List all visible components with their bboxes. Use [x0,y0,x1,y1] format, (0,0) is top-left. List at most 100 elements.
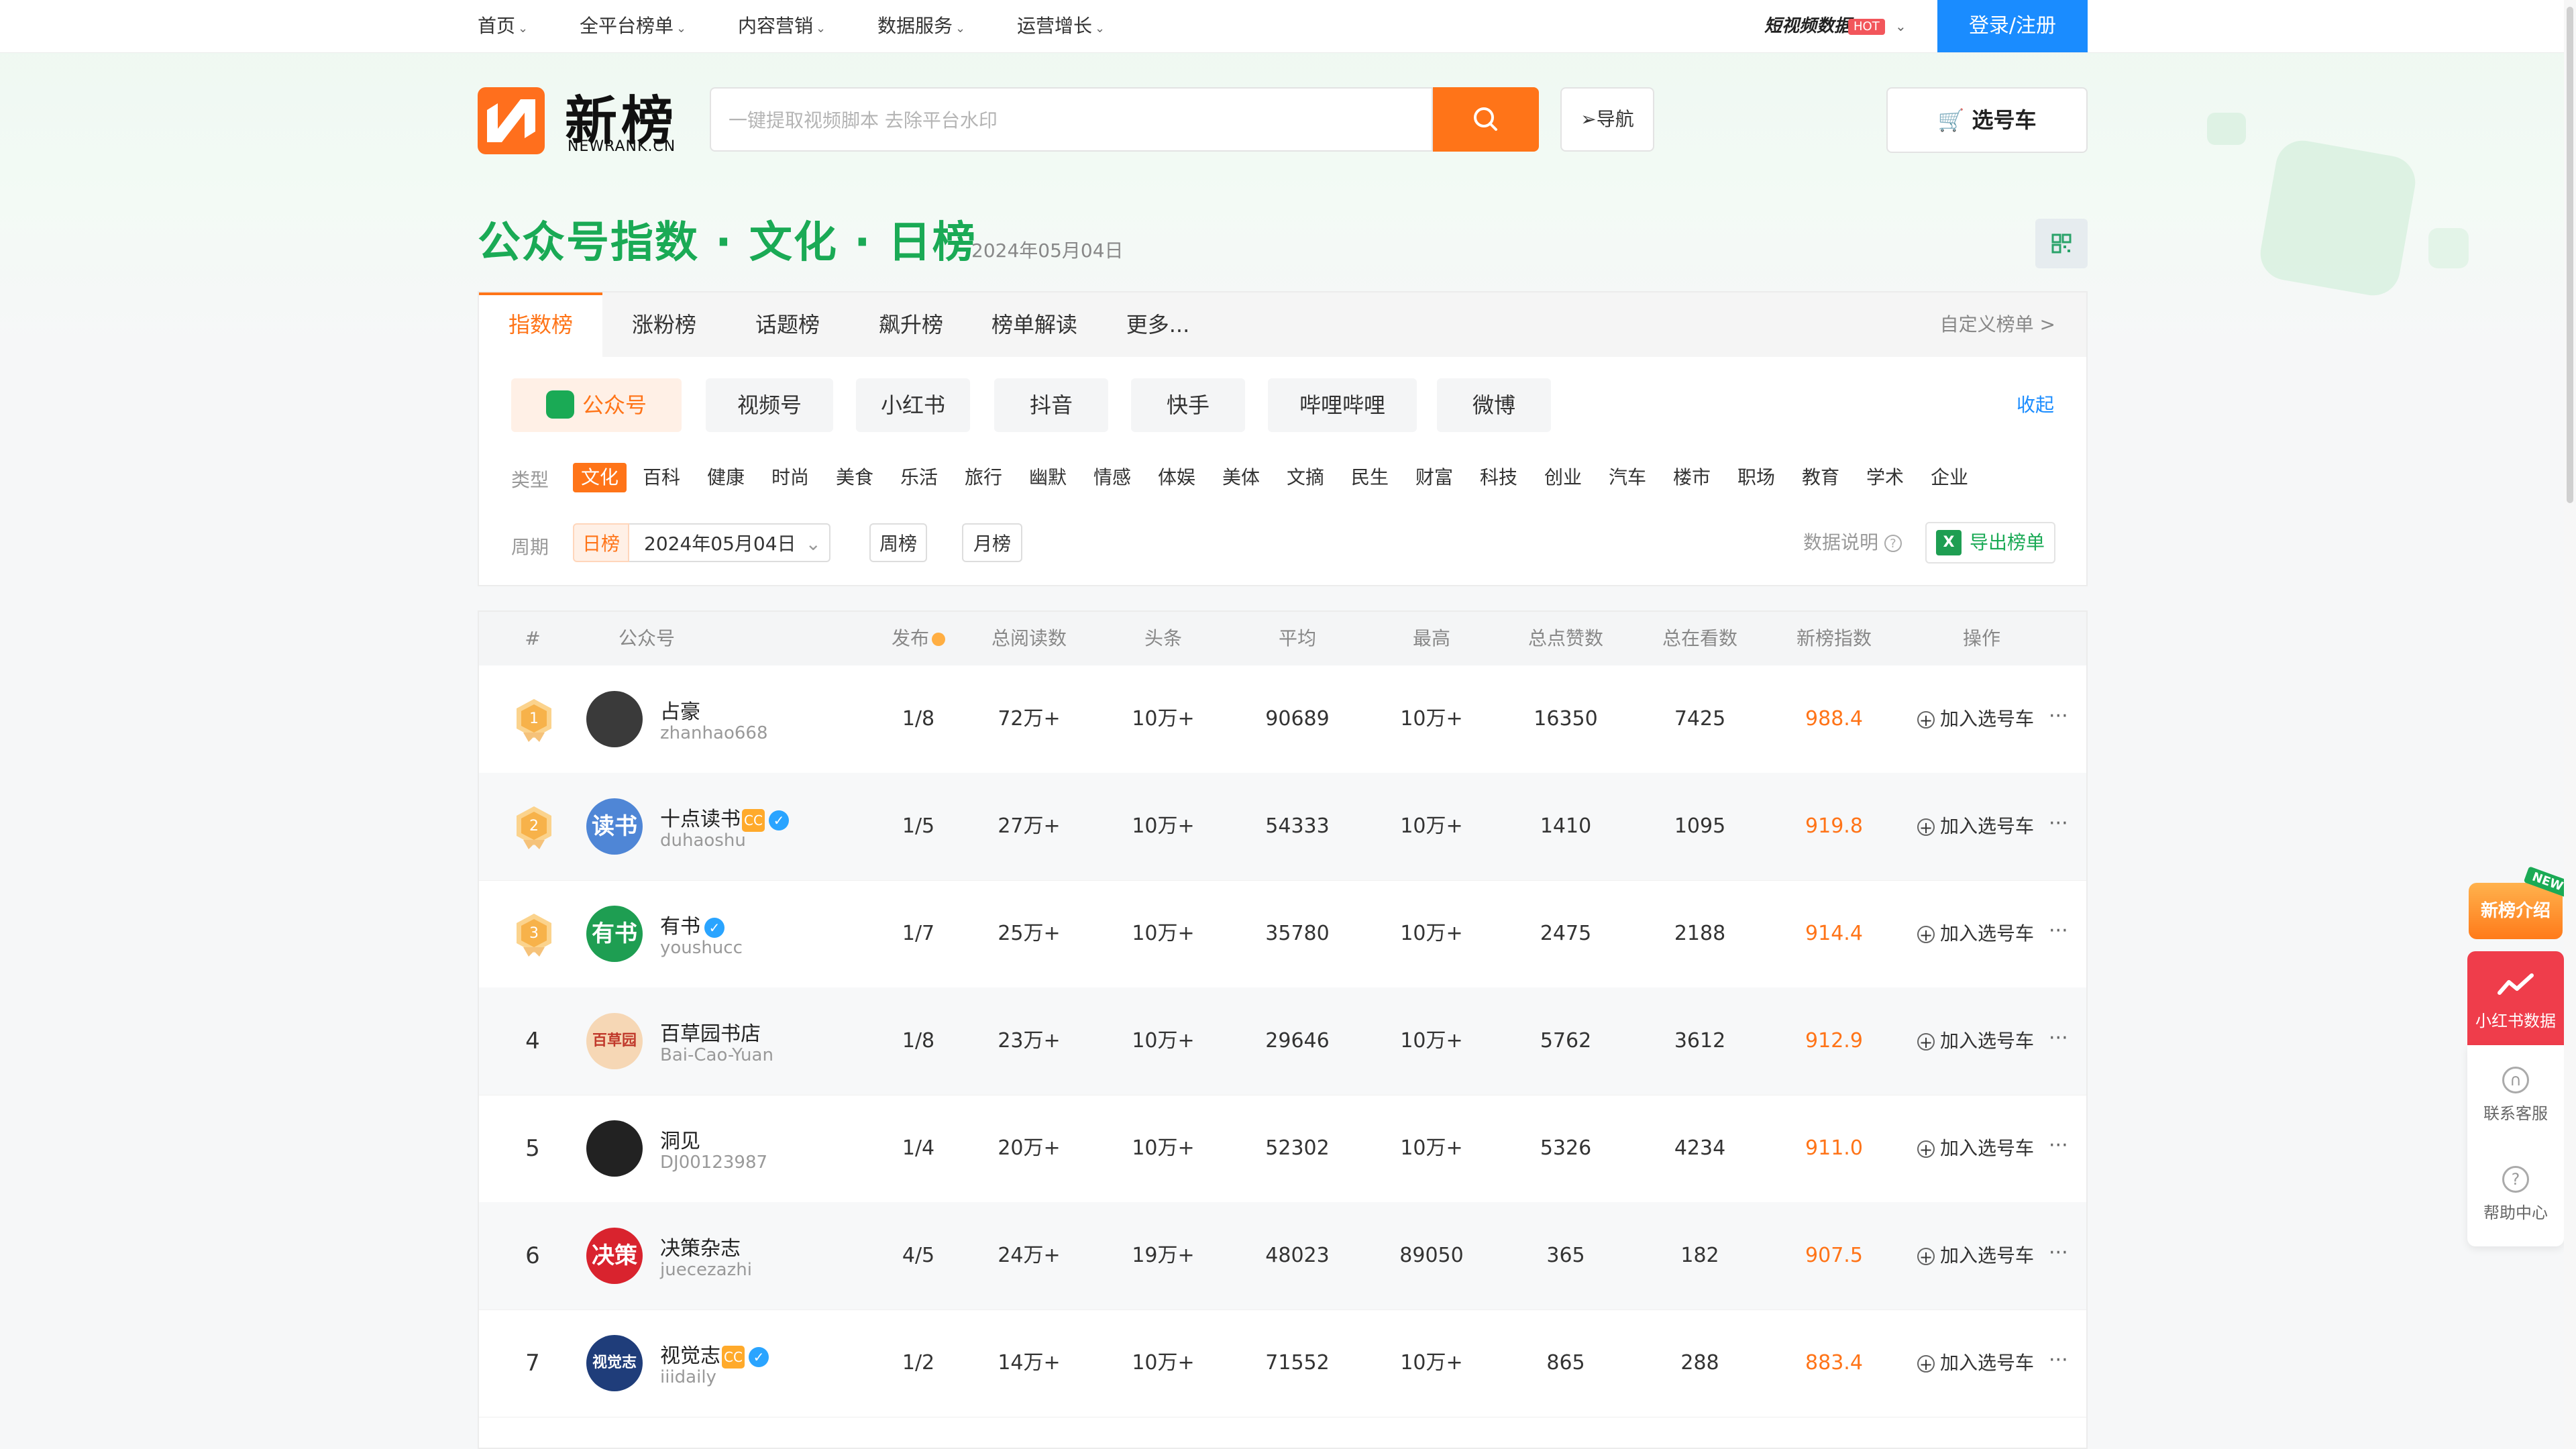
nav-all-rankings[interactable]: 全平台榜单 ⌄ [580,0,686,52]
more-options-button[interactable]: ··· [2049,773,2068,880]
platform-xiaohongshu[interactable]: 小红书 [856,378,970,432]
col-total-reads[interactable]: 总阅读数 [962,612,1096,665]
table-row[interactable]: 5 洞见 DJ00123987 1/4 20万+ 10万+ 52302 10万+ 5326 423… [479,1095,2086,1203]
category-item[interactable]: 时尚 [771,463,809,492]
avatar[interactable] [586,1120,643,1177]
platform-bilibili[interactable]: 哔哩哔哩 [1268,378,1417,432]
avatar[interactable]: 有书 [586,906,643,962]
category-item[interactable]: 旅行 [965,463,1002,492]
data-description-link[interactable]: 数据说明 ? [1803,523,1902,562]
tab-index[interactable]: 指数榜 [479,292,602,357]
chevron-down-icon[interactable]: ⌄ [1895,0,1907,52]
date-picker[interactable]: 2024年05月04日 ⌄ [629,523,830,562]
more-options-button[interactable]: ··· [2049,665,2068,773]
category-item[interactable]: 教育 [1802,463,1839,492]
category-item[interactable]: 科技 [1480,463,1517,492]
col-total-likes[interactable]: 总点赞数 [1499,612,1633,665]
collapse-link[interactable]: 收起 [2017,378,2054,432]
table-row[interactable]: 7 视觉志 视觉志 CC ✓ iiidaily 1/2 14万+ 10万+ 71552 10万+ 86… [479,1309,2086,1417]
table-row[interactable]: 1 占豪 zhanhao668 1/8 72万+ 10万+ 90689 10万+ 16350 74… [479,665,2086,773]
col-headline[interactable]: 头条 [1096,612,1230,665]
more-options-button[interactable]: ··· [2049,1309,2068,1417]
platform-kuaishou[interactable]: 快手 [1131,378,1245,432]
add-to-cart-button[interactable]: + 加入选号车 [1917,1202,2034,1309]
avatar[interactable]: 百草园 [586,1013,643,1069]
table-row[interactable]: 2 读书 十点读书 CC ✓ duhaoshu 1/5 27万+ 10万+ 54333 10万+ 14… [479,773,2086,881]
more-options-button[interactable]: ··· [2049,987,2068,1095]
account-name[interactable]: 占豪 [660,695,700,724]
col-total-watching[interactable]: 总在看数 [1633,612,1767,665]
platform-wechat[interactable]: 公众号 [511,378,682,432]
more-options-button[interactable]: ··· [2049,1202,2068,1309]
table-row[interactable]: 3 有书 有书 ✓ youshucc 1/7 25万+ 10万+ 35780 10万+ 2475 21… [479,880,2086,988]
more-options-button[interactable]: ··· [2049,880,2068,987]
add-to-cart-button[interactable]: + 加入选号车 [1917,773,2034,880]
help-center-button[interactable]: ? 帮助中心 [2467,1166,2564,1223]
nav-data-service[interactable]: 数据服务 ⌄ [877,0,965,52]
col-average[interactable]: 平均 [1230,612,1364,665]
nav-content-marketing[interactable]: 内容营销 ⌄ [738,0,826,52]
add-to-cart-button[interactable]: + 加入选号车 [1917,1095,2034,1202]
add-to-cart-button[interactable]: + 加入选号车 [1917,1309,2034,1417]
category-item[interactable]: 乐活 [900,463,938,492]
category-item[interactable]: 体娱 [1158,463,1195,492]
tab-interpretation[interactable]: 榜单解读 [973,292,1096,357]
category-item[interactable]: 美体 [1222,463,1260,492]
platform-channels[interactable]: 视频号 [706,378,833,432]
category-item[interactable]: 幽默 [1029,463,1067,492]
xiaohongshu-data-button[interactable]: 小红书数据 [2467,951,2564,1045]
short-video-data-link[interactable]: 短视频数据 [1764,0,1851,52]
account-name[interactable]: 视觉志 CC ✓ [660,1339,769,1368]
platform-weibo[interactable]: 微博 [1437,378,1551,432]
table-row[interactable]: 6 决策 决策杂志 juecezazhi 4/5 24万+ 19万+ 48023 89050 36… [479,1202,2086,1310]
category-item[interactable]: 情感 [1093,463,1131,492]
add-to-cart-button[interactable]: + 加入选号车 [1917,665,2034,773]
category-item[interactable]: 百科 [643,463,680,492]
period-day-button[interactable]: 日榜 [573,523,629,562]
category-item[interactable]: 学术 [1866,463,1904,492]
nav-home[interactable]: 首页 ⌄ [478,0,528,52]
nav-growth[interactable]: 运营增长 ⌄ [1017,0,1105,52]
category-item[interactable]: 文化 [573,463,627,492]
category-item[interactable]: 美食 [836,463,873,492]
custom-list-link[interactable]: 自定义榜单 > [1940,292,2055,357]
search-input[interactable] [727,89,1414,152]
account-name[interactable]: 百草园书店 [660,1017,761,1046]
tab-rising[interactable]: 飙升榜 [849,292,973,357]
col-published[interactable]: 发布 [875,612,962,665]
contact-service-button[interactable]: ∩ 联系客服 [2467,1067,2564,1124]
add-to-cart-button[interactable]: + 加入选号车 [1917,880,2034,987]
tab-more[interactable]: 更多... [1096,292,1220,357]
avatar[interactable]: 视觉志 [586,1335,643,1391]
tab-fans-growth[interactable]: 涨粉榜 [602,292,726,357]
navigation-button[interactable]: ➢导航 [1560,87,1654,152]
avatar[interactable] [586,691,643,747]
add-to-cart-button[interactable]: + 加入选号车 [1917,987,2034,1095]
tab-topic[interactable]: 话题榜 [726,292,849,357]
category-item[interactable]: 楼市 [1673,463,1711,492]
platform-douyin[interactable]: 抖音 [994,378,1108,432]
account-name[interactable]: 决策杂志 [660,1232,741,1261]
col-newrank-index[interactable]: 新榜指数 [1767,612,1901,665]
search-button[interactable] [1433,87,1539,152]
col-max[interactable]: 最高 [1364,612,1499,665]
avatar[interactable]: 决策 [586,1228,643,1284]
category-item[interactable]: 企业 [1931,463,1968,492]
account-name[interactable]: 洞见 [660,1124,700,1154]
login-register-button[interactable]: 登录/注册 [1937,0,2088,52]
more-options-button[interactable]: ··· [2049,1095,2068,1202]
export-button[interactable]: X 导出榜单 [1925,522,2055,564]
period-month-button[interactable]: 月榜 [962,523,1022,562]
account-cart-button[interactable]: 🛒 选号车 [1886,87,2088,153]
category-item[interactable]: 健康 [707,463,745,492]
category-item[interactable]: 汽车 [1609,463,1646,492]
qr-code-button[interactable] [2035,219,2088,268]
account-name[interactable]: 有书 ✓ [660,910,724,939]
category-item[interactable]: 财富 [1415,463,1453,492]
category-item[interactable]: 文摘 [1287,463,1324,492]
avatar[interactable]: 读书 [586,798,643,855]
category-item[interactable]: 职场 [1737,463,1775,492]
page-scrollbar[interactable] [2564,0,2576,1449]
scrollbar-thumb[interactable] [2567,7,2573,503]
period-week-button[interactable]: 周榜 [869,523,927,562]
